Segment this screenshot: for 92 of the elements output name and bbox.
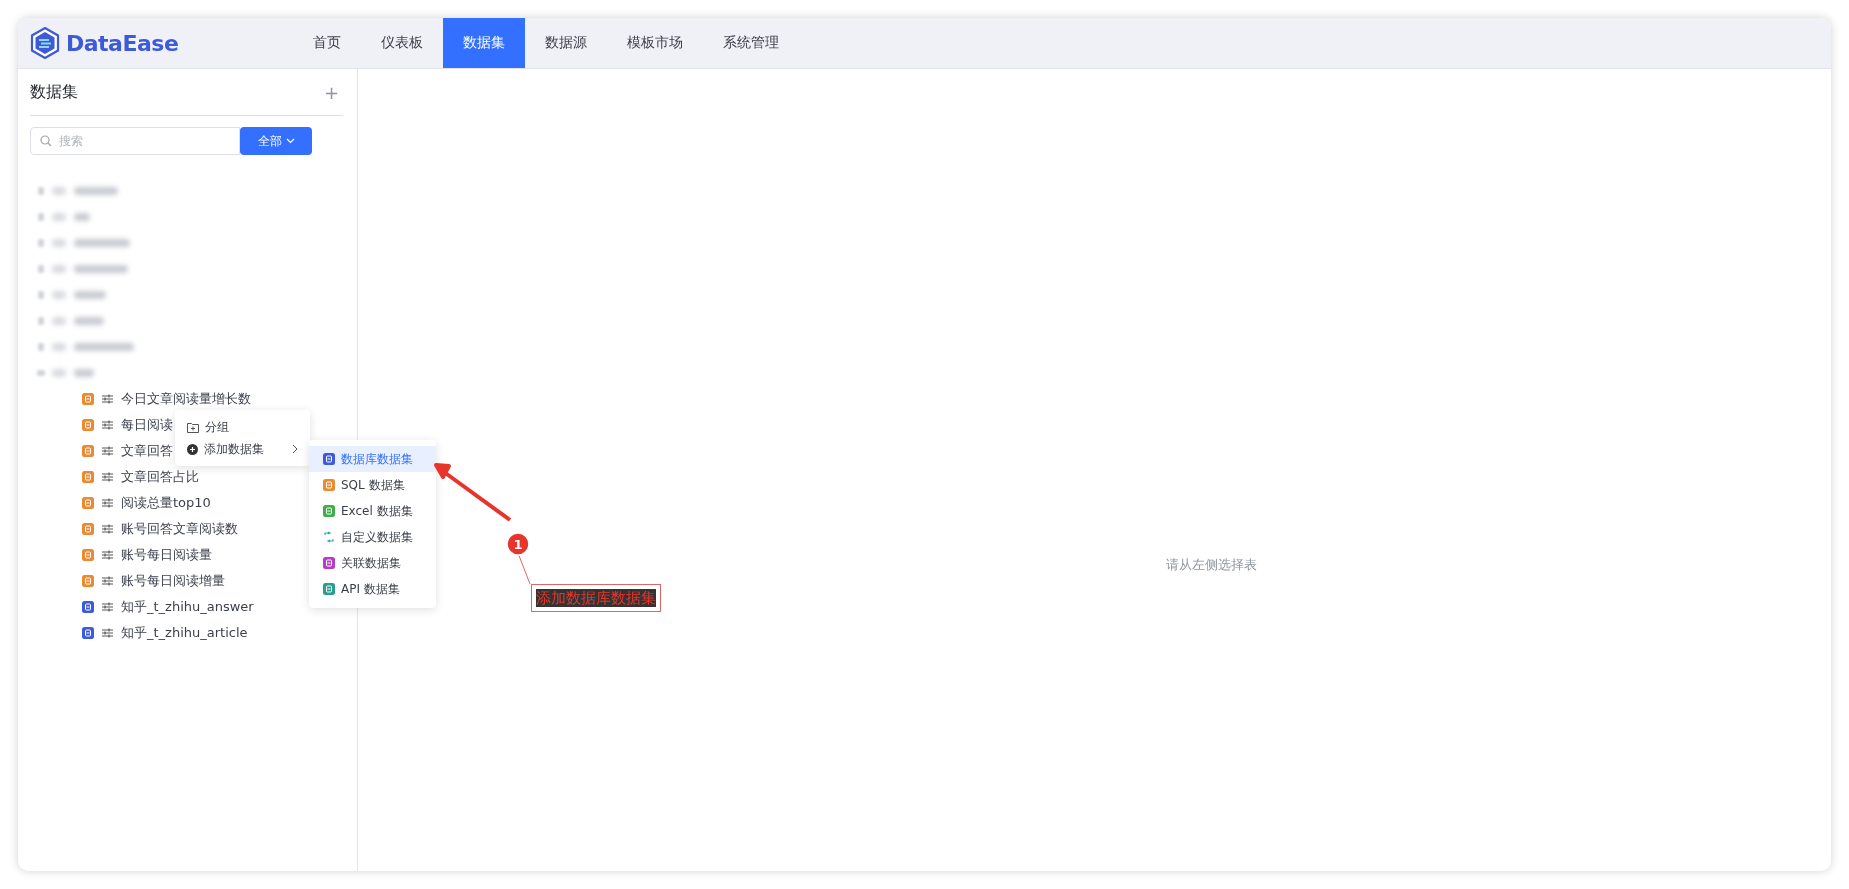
tree-item[interactable]: 账号回答文章阅读数 [82, 516, 238, 542]
tree-item[interactable]: 文章回答 [82, 438, 173, 464]
sliders-icon [102, 602, 113, 612]
document-icon [82, 497, 94, 509]
tree-item[interactable]: 今日文章阅读量增长数 [82, 386, 251, 412]
database-icon [82, 601, 94, 613]
blurred-label [52, 369, 66, 377]
submenu-item[interactable]: 关联数据集 [309, 550, 436, 576]
nav-tab[interactable]: 数据集 [443, 18, 525, 68]
document-icon [82, 575, 94, 587]
search-icon [40, 135, 52, 147]
tree-item-label: 每日阅读 [121, 416, 173, 434]
database-icon [323, 453, 335, 465]
collapsed-caret-icon[interactable] [38, 213, 44, 221]
collapsed-caret-icon[interactable] [38, 239, 44, 247]
sliders-icon [102, 628, 113, 638]
database-icon [82, 627, 94, 639]
sliders-icon [102, 550, 113, 560]
document-icon [82, 445, 94, 457]
blurred-label [74, 369, 94, 377]
blurred-label [74, 343, 134, 351]
document-icon [82, 419, 94, 431]
blurred-label [74, 239, 130, 247]
blurred-label [74, 317, 104, 325]
collapsed-caret-icon[interactable] [38, 265, 44, 273]
annotation-label: 添加数据库数据集 [531, 584, 661, 612]
chevron-down-icon [285, 138, 295, 144]
folder-plus-icon [187, 421, 199, 433]
nav-tab[interactable]: 仪表板 [361, 18, 443, 68]
tree-item-label: 知乎_t_zhihu_article [121, 624, 248, 642]
sliders-icon [102, 472, 113, 482]
empty-hint: 请从左侧选择表 [1166, 556, 1257, 574]
blurred-label [52, 239, 66, 247]
number-badge: 1 [506, 532, 530, 556]
tree-item[interactable]: 每日阅读 [82, 412, 173, 438]
tree-item-label: 知乎_t_zhihu_answer [121, 598, 254, 616]
nav-tab[interactable]: 模板市场 [607, 18, 703, 68]
sliders-icon [102, 420, 113, 430]
filter-dropdown-button[interactable]: 全部 [240, 127, 312, 155]
tree-item-label: 文章回答 [121, 442, 173, 460]
blurred-label [52, 343, 66, 351]
submenu-item[interactable]: API 数据集 [309, 576, 436, 602]
collapsed-caret-icon[interactable] [38, 317, 44, 325]
sliders-icon [102, 524, 113, 534]
collapsed-caret-icon[interactable] [38, 291, 44, 299]
tree-item-label: 文章回答占比 [121, 468, 199, 486]
sidebar-title: 数据集 [30, 81, 78, 103]
plus-circle-icon [187, 443, 198, 455]
blurred-label [52, 187, 66, 195]
document-icon [323, 479, 335, 491]
sliders-icon [102, 498, 113, 508]
search-field[interactable]: 搜索 [30, 127, 240, 155]
nav-tab[interactable]: 系统管理 [703, 18, 799, 68]
sliders-icon [102, 394, 113, 404]
blurred-label [74, 291, 106, 299]
blurred-label [74, 265, 128, 273]
tree-item[interactable]: 账号每日阅读量 [82, 542, 212, 568]
tree-item[interactable]: 知乎_t_zhihu_article [82, 620, 248, 646]
tree-item[interactable]: 知乎_t_zhihu_answer [82, 594, 254, 620]
document-icon [82, 471, 94, 483]
sliders-icon [102, 446, 113, 456]
blurred-label [74, 187, 118, 195]
submenu-item[interactable]: SQL 数据集 [309, 472, 436, 498]
collapsed-caret-icon[interactable] [38, 187, 44, 195]
menu-item[interactable]: 分组 [175, 416, 310, 438]
tree-item[interactable]: 阅读总量top10 [82, 490, 211, 516]
nav-tab[interactable]: 首页 [293, 18, 361, 68]
expanded-caret-icon[interactable] [37, 370, 45, 376]
submenu-item[interactable]: 自定义数据集 [309, 524, 436, 550]
document-icon [82, 523, 94, 535]
blurred-label [74, 213, 90, 221]
nav-tab[interactable]: 数据源 [525, 18, 607, 68]
tree-item[interactable]: 账号每日阅读增量 [82, 568, 225, 594]
blurred-label [52, 265, 66, 273]
blurred-label [52, 291, 66, 299]
blurred-label [52, 317, 66, 325]
tree-item[interactable]: 文章回答占比 [82, 464, 199, 490]
tree-item-label: 今日文章阅读量增长数 [121, 390, 251, 408]
collapsed-caret-icon[interactable] [38, 343, 44, 351]
menu-item[interactable]: 添加数据集 [175, 438, 310, 460]
blurred-label [52, 213, 66, 221]
tree-item-label: 阅读总量top10 [121, 494, 211, 512]
tree-item-label: 账号每日阅读增量 [121, 572, 225, 590]
logo-icon [30, 27, 60, 59]
submenu-item[interactable]: 数据库数据集 [309, 446, 436, 472]
tree-item-label: 账号每日阅读量 [121, 546, 212, 564]
submenu-item[interactable]: Excel 数据集 [309, 498, 436, 524]
logo-text: DataEase [66, 30, 179, 56]
document-icon [82, 549, 94, 561]
document-icon [82, 393, 94, 405]
sliders-icon [102, 576, 113, 586]
tree-item-label: 账号回答文章阅读数 [121, 520, 238, 538]
